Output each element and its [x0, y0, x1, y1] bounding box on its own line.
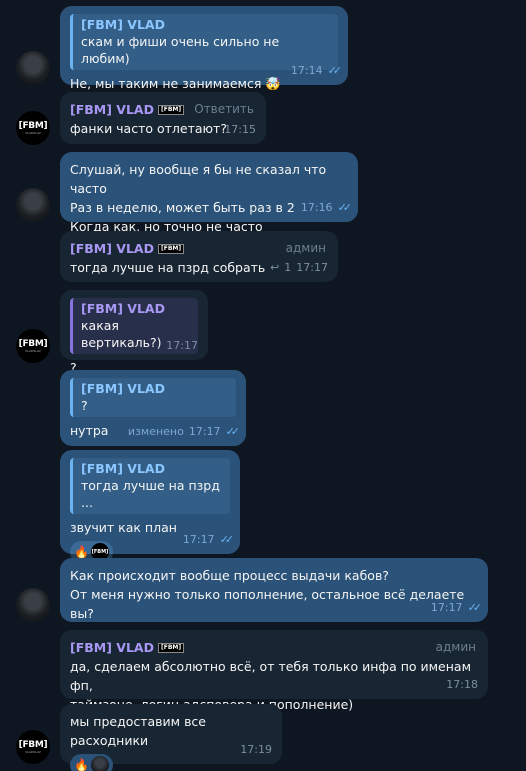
sender-badge: [FBM]	[157, 104, 185, 115]
reply-quote[interactable]: [FBM] VLAD тогда лучше на пзрд ...	[70, 458, 230, 514]
reply-quote[interactable]: [FBM] VLAD ?	[70, 378, 236, 417]
message-time: 17:14	[290, 64, 323, 77]
message-outgoing[interactable]: [FBM] VLAD тогда лучше на пзрд ... звучи…	[60, 450, 240, 563]
message-time: 17:15	[224, 123, 256, 136]
avatar[interactable]: [FBM] VLADSLAV	[16, 730, 50, 764]
quote-text: ?	[81, 398, 88, 413]
edited-label: изменено	[127, 425, 184, 438]
message-time: 17:17	[296, 261, 328, 274]
message-meta: 17:17	[166, 336, 198, 355]
message-incoming[interactable]: [FBM] VLAD [FBM] Ответить фанки часто от…	[60, 92, 266, 144]
reactor-avatar	[90, 756, 109, 771]
message-incoming[interactable]: [FBM] VLAD [FBM] админ да, сделаем абсол…	[60, 630, 488, 712]
message-meta: 17:19	[240, 740, 272, 759]
message-meta: 17:15	[224, 120, 256, 139]
avatar-logo-subtext: VLADSLAV	[25, 750, 41, 754]
reply-count[interactable]: 1	[284, 258, 291, 277]
reply-button[interactable]: Ответить	[194, 100, 254, 119]
message-time: 17:17	[430, 601, 463, 614]
message-sender: [FBM] VLAD [FBM]	[70, 638, 478, 657]
admin-role-label: админ	[285, 241, 326, 255]
avatar-logo-text: [FBM]	[18, 121, 48, 131]
message-meta: 17:17 ✓✓	[430, 598, 483, 617]
message-meta: 17:17 ✓✓	[182, 530, 235, 549]
double-check-icon: ✓✓	[225, 425, 241, 438]
avatar[interactable]	[16, 51, 50, 85]
message-meta: 17:18	[446, 675, 478, 694]
reaction-chip[interactable]: 🔥	[70, 754, 113, 771]
avatar[interactable]	[16, 588, 50, 622]
avatar[interactable]: [FBM] VLADSLAV	[16, 329, 50, 363]
message-time: 17:17	[166, 339, 198, 352]
message-time: 17:17	[188, 425, 221, 438]
message-time: 17:19	[240, 743, 272, 756]
double-check-icon: ✓✓	[467, 601, 483, 614]
avatar-logo-subtext: VLADSLAV	[25, 349, 41, 353]
fire-icon: 🔥	[74, 758, 89, 771]
avatar-logo-text: [FBM]	[18, 740, 48, 750]
double-check-icon: ✓✓	[219, 533, 235, 546]
quote-text: тогда лучше на пзрд ...	[81, 478, 220, 510]
message-outgoing[interactable]: [FBM] VLAD ? нутра изменено 17:17 ✓✓	[60, 370, 246, 446]
sender-badge: [FBM]	[157, 642, 185, 653]
double-check-icon: ✓✓	[327, 64, 343, 77]
avatar-logo-subtext: VLADSLAV	[25, 131, 41, 135]
fire-icon: 🔥	[74, 545, 89, 559]
message-time: 17:17	[182, 533, 215, 546]
message-meta: 17:16 ✓✓	[300, 198, 353, 217]
sender-name: [FBM] VLAD	[70, 640, 154, 655]
quote-sender: [FBM] VLAD	[81, 17, 165, 32]
message-text: Как происходит вообще процесс выдачи каб…	[70, 568, 465, 621]
message-incoming[interactable]: [FBM] VLAD какая вертикаль?) ? 17:17	[60, 290, 208, 375]
message-outgoing[interactable]: [FBM] VLAD скам и фиши очень сильно не л…	[60, 6, 348, 91]
avatar[interactable]: [FBM] VLADSLAV	[16, 111, 50, 145]
message-incoming[interactable]: [FBM] VLAD [FBM] админ тогда лучше на пз…	[60, 231, 338, 282]
quote-sender: [FBM] VLAD	[81, 381, 165, 396]
admin-role-label: админ	[435, 640, 476, 654]
sender-name: [FBM] VLAD	[70, 241, 154, 256]
double-check-icon: ✓✓	[337, 201, 353, 214]
message-outgoing[interactable]: Как происходит вообще процесс выдачи каб…	[60, 558, 488, 622]
quote-sender: [FBM] VLAD	[81, 301, 165, 316]
reply-arrow-icon[interactable]: ↩	[270, 258, 279, 277]
message-meta: ↩ 1 17:17	[270, 258, 328, 277]
message-meta: изменено 17:17 ✓✓	[127, 422, 241, 441]
quote-sender: [FBM] VLAD	[81, 461, 165, 476]
message-meta: 17:14 ✓✓	[290, 61, 343, 80]
message-time: 17:16	[300, 201, 333, 214]
message-outgoing[interactable]: Слушай, ну вообще я бы не сказал что час…	[60, 152, 358, 234]
chat-history: [FBM] VLAD скам и фиши очень сильно не л…	[0, 0, 526, 771]
message-incoming[interactable]: мы предоставим все расходники 🔥 17:19	[60, 704, 282, 771]
avatar[interactable]	[16, 188, 50, 222]
sender-badge: [FBM]	[157, 243, 185, 254]
message-time: 17:18	[446, 678, 478, 691]
avatar-logo-text: [FBM]	[18, 339, 48, 349]
sender-name: [FBM] VLAD	[70, 102, 154, 117]
